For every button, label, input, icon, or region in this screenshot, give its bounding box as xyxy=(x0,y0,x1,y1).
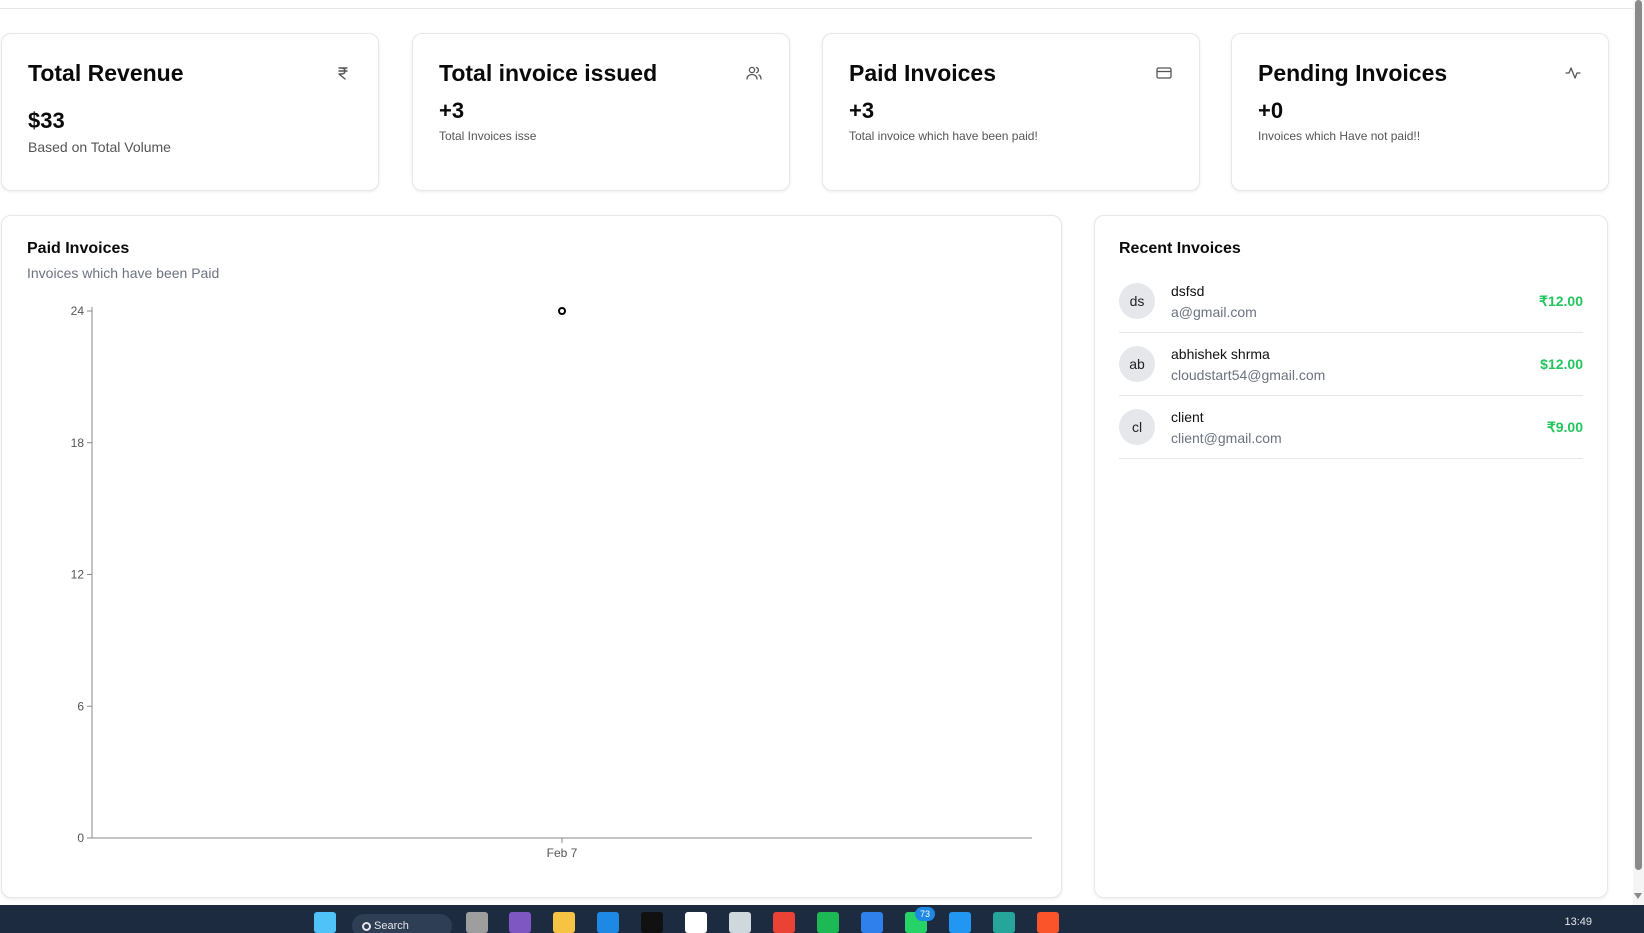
taskbar-search[interactable]: Search xyxy=(352,914,452,933)
windows-start-icon[interactable] xyxy=(314,912,336,933)
invoice-amount: ₹12.00 xyxy=(1539,292,1583,309)
stat-description: Invoices which Have not paid!! xyxy=(1258,129,1421,143)
invoice-client-email: client@gmail.com xyxy=(1171,429,1282,446)
stat-value: +0 xyxy=(1258,98,1284,123)
stat-card-paid-invoices: Paid Invoices +3 Total invoice which hav… xyxy=(822,33,1200,191)
rupee-icon xyxy=(334,64,352,82)
paid-invoices-chart-card: Paid Invoices Invoices which have been P… xyxy=(1,215,1062,898)
y-tick-label: 6 xyxy=(77,699,84,713)
invoice-client-email: cloudstart54@gmail.com xyxy=(1171,366,1326,383)
scroll-down-arrow-icon[interactable] xyxy=(1634,893,1642,899)
y-tick-label: 12 xyxy=(71,568,85,582)
stat-card-total-invoice: Total invoice issued +3 Total Invoices i… xyxy=(412,33,790,191)
store-icon[interactable] xyxy=(949,912,971,933)
recent-invoices-title: Recent Invoices xyxy=(1119,240,1241,257)
stat-card-total-revenue: Total Revenue $33 Based on Total Volume xyxy=(1,33,379,191)
stat-value: $33 xyxy=(28,108,65,133)
notepad-icon[interactable] xyxy=(729,912,751,933)
paid-invoices-chart: 0 6 12 18 24 Feb 7 xyxy=(71,304,1032,860)
stat-card-pending-invoices: Pending Invoices +0 Invoices which Have … xyxy=(1231,33,1609,191)
activity-icon xyxy=(1564,64,1582,82)
stat-title: Pending Invoices xyxy=(1258,59,1448,86)
invoice-amount: ₹9.00 xyxy=(1546,418,1583,435)
scrollbar-thumb[interactable] xyxy=(1635,0,1642,870)
vscode-icon[interactable] xyxy=(597,912,619,933)
stat-value: +3 xyxy=(849,98,875,123)
invoice-row[interactable]: ab abhishek shrma cloudstart54@gmail.com… xyxy=(1119,333,1583,396)
y-tick-label: 0 xyxy=(77,831,84,845)
users-icon xyxy=(745,64,763,82)
recent-invoices-card: Recent Invoices ds dsfsd a@gmail.com ₹12… xyxy=(1094,215,1608,898)
chrome-icon[interactable] xyxy=(773,912,795,933)
search-icon xyxy=(362,922,371,931)
invoice-row[interactable]: cl client client@gmail.com ₹9.00 xyxy=(1119,396,1583,459)
avatar: ds xyxy=(1119,283,1155,319)
terminal-app-icon[interactable] xyxy=(641,912,663,933)
file-explorer-icon[interactable] xyxy=(553,912,575,933)
task-view-icon[interactable] xyxy=(466,912,488,933)
invoice-client-name: client xyxy=(1171,408,1204,425)
invoice-client-name: abhishek shrma xyxy=(1171,345,1270,362)
os-taskbar: Search 73 13:49 xyxy=(0,905,1644,933)
spotify-icon[interactable] xyxy=(817,912,839,933)
invoice-amount: $12.00 xyxy=(1540,356,1583,372)
y-tick-label: 18 xyxy=(71,436,85,450)
copilot-icon[interactable] xyxy=(509,912,531,933)
data-point xyxy=(558,307,566,315)
avatar: ab xyxy=(1119,346,1155,382)
top-divider xyxy=(0,8,1633,9)
taskbar-search-label: Search xyxy=(374,920,409,932)
stat-description: Total invoice which have been paid! xyxy=(849,129,1038,143)
stat-value: +3 xyxy=(439,98,465,123)
stat-description: Based on Total Volume xyxy=(28,139,171,155)
todo-icon[interactable] xyxy=(861,912,883,933)
avatar: cl xyxy=(1119,409,1155,445)
edge-icon[interactable] xyxy=(993,912,1015,933)
invoice-client-email: a@gmail.com xyxy=(1171,303,1257,320)
stat-description: Total Invoices isse xyxy=(439,129,537,143)
notification-badge: 73 xyxy=(915,907,935,921)
credit-card-icon xyxy=(1155,64,1173,82)
invoice-client-name: dsfsd xyxy=(1171,282,1205,299)
mongodb-icon[interactable] xyxy=(685,912,707,933)
stat-title: Total invoice issued xyxy=(439,59,658,86)
invoice-row[interactable]: ds dsfsd a@gmail.com ₹12.00 xyxy=(1119,270,1583,333)
page-scrollbar[interactable] xyxy=(1633,0,1644,905)
x-tick-label: Feb 7 xyxy=(547,846,578,860)
taskbar-clock: 13:49 xyxy=(1564,916,1592,928)
brave-icon[interactable] xyxy=(1037,912,1059,933)
y-tick-label: 24 xyxy=(71,304,85,318)
stat-title: Paid Invoices xyxy=(849,59,997,86)
stat-title: Total Revenue xyxy=(28,59,184,86)
